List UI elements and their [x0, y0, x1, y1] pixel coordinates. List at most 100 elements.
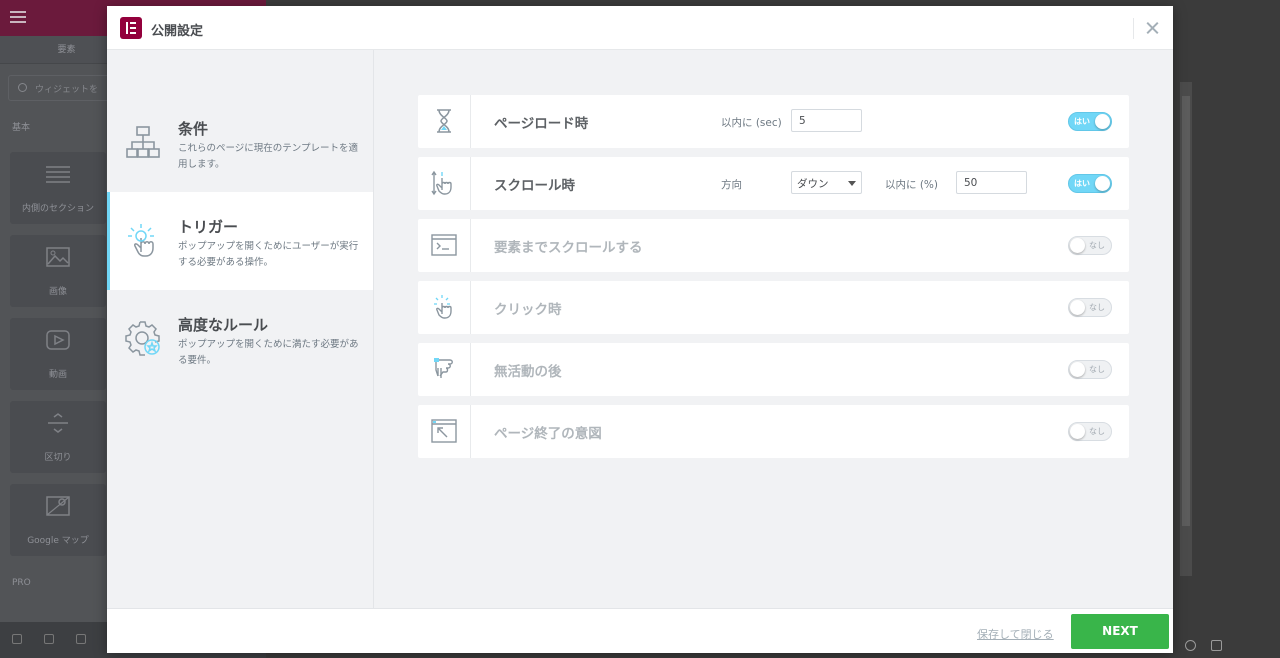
- inactivity-hand-icon: [434, 358, 453, 378]
- sidebar-item-conditions[interactable]: 条件 これらのページに現在のテンプレートを適用します。: [107, 94, 373, 192]
- settings-sidebar: 条件 これらのページに現在のテンプレートを適用します。 トリガー ポップアップを…: [107, 50, 374, 608]
- widget-image[interactable]: 画像: [10, 235, 106, 307]
- chevron-down-icon: [848, 181, 856, 186]
- toggle-knob: [1070, 300, 1085, 315]
- trigger-label: ページロード時: [494, 116, 589, 132]
- close-icon[interactable]: [1235, 640, 1246, 651]
- toggle-text: はい: [1074, 179, 1090, 188]
- direction-select[interactable]: ダウン: [791, 171, 862, 194]
- toggle-text: なし: [1089, 365, 1105, 374]
- toggle-knob: [1070, 424, 1085, 439]
- sidebar-description: ポップアップを開くために満たす必要がある要件。: [178, 339, 359, 366]
- trigger-label: スクロール時: [494, 178, 575, 194]
- trigger-row-click: クリック時 なし: [418, 281, 1129, 334]
- hourglass-icon: [437, 109, 451, 133]
- section-basic-label: 基本: [12, 123, 31, 133]
- widget-google-map[interactable]: Google マップ: [10, 484, 106, 556]
- trigger-label: クリック時: [494, 302, 562, 318]
- sidebar-item-triggers[interactable]: トリガー ポップアップを開くためにユーザーが実行する必要がある操作。: [107, 192, 373, 290]
- row-icon-cell: [418, 219, 471, 272]
- toggle-text: なし: [1089, 427, 1105, 436]
- close-icon[interactable]: [1143, 18, 1163, 38]
- elementor-logo: [120, 17, 142, 39]
- scroll-hand-icon: [431, 170, 452, 196]
- search-icon: [18, 83, 27, 92]
- click-icon: [434, 295, 452, 319]
- direction-value: ダウン: [797, 178, 829, 190]
- history-icon[interactable]: [76, 634, 86, 644]
- widget-inner-section[interactable]: 内側のセクション: [10, 152, 106, 224]
- gear-icon[interactable]: [1185, 640, 1196, 651]
- page-load-toggle[interactable]: はい: [1068, 112, 1112, 131]
- sidebar-title: トリガー: [178, 218, 239, 236]
- modal-title: 公開設定: [151, 24, 204, 39]
- scroll-to-element-icon: [431, 234, 457, 256]
- widget-label: 画像: [48, 287, 67, 297]
- image-icon: [46, 247, 70, 267]
- divider-icon: [48, 413, 68, 433]
- publish-settings-modal: 公開設定 条件 これらのページに現在のテンプレートを適用します。 トリガー ポッ…: [107, 6, 1173, 653]
- trigger-label: 無活動の後: [494, 364, 562, 380]
- toggle-knob: [1095, 176, 1110, 191]
- search-placeholder: ウィジェットを: [35, 85, 99, 95]
- navigator-icon[interactable]: [44, 634, 54, 644]
- widget-label: 動画: [48, 370, 67, 380]
- widget-divider[interactable]: 区切り: [10, 401, 106, 473]
- trigger-row-page-load: ページロード時 以内に (sec) はい: [418, 95, 1129, 148]
- sidebar-description: これらのページに現在のテンプレートを適用します。: [178, 143, 359, 170]
- scroll-to-element-toggle[interactable]: なし: [1068, 236, 1112, 255]
- duplicate-icon[interactable]: [1211, 640, 1222, 651]
- modal-header: 公開設定: [107, 6, 1173, 50]
- trigger-row-scroll-to-element: 要素までスクロールする なし: [418, 219, 1129, 272]
- settings-icon[interactable]: [12, 634, 22, 644]
- map-icon: [46, 496, 70, 516]
- exit-intent-toggle[interactable]: なし: [1068, 422, 1112, 441]
- click-toggle[interactable]: なし: [1068, 298, 1112, 317]
- trigger-row-inactivity: 無活動の後 なし: [418, 343, 1129, 396]
- sidebar-item-advanced-rules[interactable]: 高度なルール ポップアップを開くために満たす必要がある要件。: [107, 290, 373, 388]
- trigger-row-scroll: スクロール時 方向 ダウン 以内に (%) はい: [418, 157, 1129, 210]
- trigger-row-exit-intent: ページ終了の意図 なし: [418, 405, 1129, 458]
- delay-input[interactable]: [791, 109, 862, 132]
- row-icon-cell: [418, 281, 471, 334]
- inner-section-icon: [46, 166, 70, 183]
- toggle-knob: [1095, 114, 1110, 129]
- sidebar-description: ポップアップを開くためにユーザーが実行する必要がある操作。: [178, 241, 359, 268]
- next-button[interactable]: NEXT: [1071, 614, 1169, 649]
- toggle-text: はい: [1074, 117, 1090, 126]
- toggle-text: なし: [1089, 241, 1105, 250]
- toggle-knob: [1070, 362, 1085, 377]
- sidebar-title: 高度なルール: [178, 316, 269, 334]
- section-pro-label: PRO: [12, 578, 31, 588]
- inactivity-toggle[interactable]: なし: [1068, 360, 1112, 379]
- save-and-close-link[interactable]: 保存して閉じる: [977, 626, 1054, 642]
- sitemap-icon: [126, 126, 160, 158]
- trigger-label: ページ終了の意図: [494, 426, 602, 442]
- row-icon-cell: [418, 157, 471, 210]
- canvas-scrollbar-thumb[interactable]: [1182, 96, 1190, 526]
- click-hand-icon: [128, 224, 154, 257]
- toggle-knob: [1070, 238, 1085, 253]
- widget-label: Google マップ: [27, 536, 89, 546]
- percent-input[interactable]: [956, 171, 1027, 194]
- sidebar-title: 条件: [178, 120, 209, 138]
- triggers-content: ページロード時 以内に (sec) はい スクロール時 方向 ダウン 以内に (…: [374, 50, 1173, 608]
- exit-intent-icon: [431, 419, 457, 443]
- scroll-toggle[interactable]: はい: [1068, 174, 1112, 193]
- row-icon-cell: [418, 405, 471, 458]
- canvas-toolbar: [1173, 632, 1280, 658]
- widget-label: 区切り: [44, 453, 72, 463]
- menu-icon[interactable]: [10, 11, 26, 23]
- toggle-text: なし: [1089, 303, 1105, 312]
- row-icon-cell: [418, 95, 471, 148]
- row-icon-cell: [418, 343, 471, 396]
- video-icon: [46, 330, 70, 350]
- direction-label: 方向: [721, 179, 742, 191]
- modal-footer: 保存して閉じる NEXT: [107, 608, 1173, 653]
- percent-label: 以内に (%): [885, 179, 939, 191]
- gear-star-icon: [125, 321, 160, 356]
- trigger-label: 要素までスクロールする: [494, 240, 643, 256]
- delay-label: 以内に (sec): [721, 117, 782, 129]
- widget-video[interactable]: 動画: [10, 318, 106, 390]
- widget-label: 内側のセクション: [21, 204, 94, 214]
